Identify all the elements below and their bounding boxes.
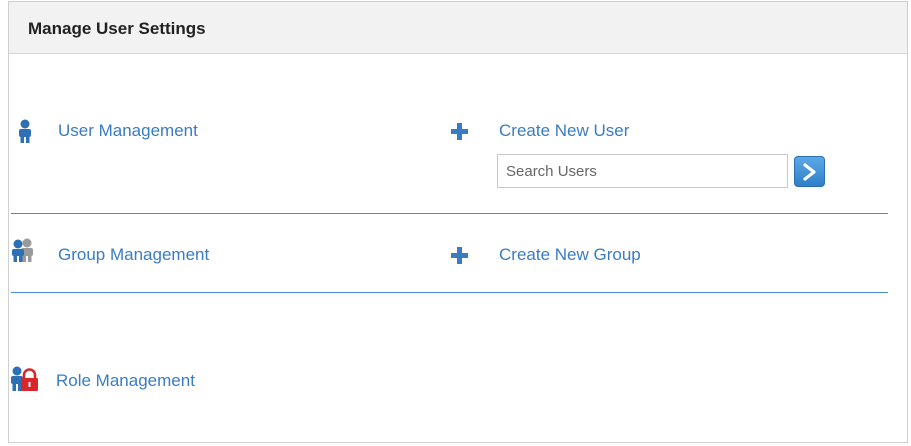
page-title: Manage User Settings [28, 19, 206, 38]
group-icon [10, 238, 36, 267]
search-users-input[interactable] [497, 154, 788, 188]
panel-header: Manage User Settings [9, 2, 907, 54]
user-icon [18, 119, 32, 148]
plus-icon [451, 123, 468, 145]
role-lock-icon [10, 366, 38, 397]
search-go-button[interactable] [794, 156, 825, 187]
role-management-link[interactable]: Role Management [56, 371, 195, 391]
user-management-link[interactable]: User Management [58, 121, 198, 141]
manage-user-settings-panel: Manage User Settings User Management Cre… [8, 1, 908, 443]
create-new-group-link[interactable]: Create New Group [499, 245, 641, 265]
chevron-right-icon [803, 163, 816, 181]
create-new-user-link[interactable]: Create New User [499, 121, 629, 141]
section-divider [11, 213, 888, 214]
plus-icon [451, 247, 468, 269]
section-divider [11, 292, 888, 293]
group-management-link[interactable]: Group Management [58, 245, 209, 265]
